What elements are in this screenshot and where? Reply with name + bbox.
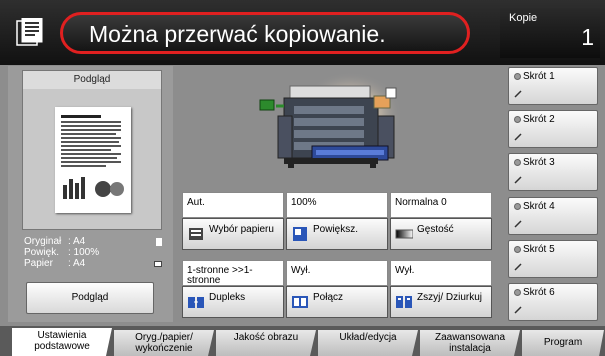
paper-selection-label: Wybór papieru <box>209 224 274 235</box>
preview-panel: Podgląd Oryginał: A4 Powięk.: 100% Pap… <box>8 66 173 322</box>
tab-bar: Ustawienia podstawowe Oryg./papier/ wyko… <box>0 326 605 356</box>
info-row-paper: Papier : A4 <box>24 258 162 269</box>
preview-page-thumbnail <box>55 107 131 213</box>
preview-button[interactable]: Podgląd <box>26 282 154 314</box>
tab-image-quality[interactable]: Jakość obrazu <box>216 330 316 356</box>
combine-label: Połącz <box>313 292 344 303</box>
preview-title: Podgląd <box>23 71 161 89</box>
copy-app-icon <box>16 18 43 46</box>
shortcut-pen-icon <box>514 220 522 228</box>
density-button[interactable]: Gęstość <box>390 218 492 250</box>
copy-screen: Można przerwać kopiowanie. 1 Kopie Podgl… <box>0 0 605 356</box>
shortcut-pen-icon <box>514 306 522 314</box>
shortcut-dot-icon <box>514 73 521 80</box>
info-row-original: Oryginał : A4 <box>24 236 162 247</box>
staple-punch-setting: Wył. Zszyj/ Dziurkuj <box>390 260 492 320</box>
shortcut-1-button[interactable]: Skrót 1 <box>508 67 598 105</box>
shortcut-3-button[interactable]: Skrót 3 <box>508 153 598 191</box>
paper-tray-small-icon <box>154 261 162 267</box>
duplex-icon <box>188 297 204 308</box>
paper-selection-button[interactable]: Wybór papieru <box>182 218 284 250</box>
zoom-setting: 100% Powiększ. <box>286 192 388 252</box>
shortcut-dot-icon <box>514 116 521 123</box>
density-value: Normalna 0 <box>390 192 492 218</box>
duplex-label: Dupleks <box>209 292 246 303</box>
duplex-button[interactable]: Dupleks <box>182 286 284 318</box>
density-setting: Normalna 0 Gęstość <box>390 192 492 252</box>
density-label: Gęstość <box>417 224 454 235</box>
duplex-value: 1-stronne >>1-stronne <box>182 260 284 286</box>
staple-icon <box>396 296 412 308</box>
shortcut-dot-icon <box>514 159 521 166</box>
paper-selection-setting: Aut. Wybór papieru <box>182 192 284 252</box>
shortcut-6-button[interactable]: Skrót 6 <box>508 283 598 321</box>
paper-selection-value: Aut. <box>182 192 284 218</box>
shortcut-pen-icon <box>514 133 522 141</box>
combine-setting: Wył. Połącz <box>286 260 388 320</box>
status-message-box: Można przerwać kopiowanie. <box>60 12 470 54</box>
copies-label: Kopie <box>509 12 538 24</box>
duplex-setting: 1-stronne >>1-stronne Dupleks <box>182 260 284 320</box>
header-bar: Można przerwać kopiowanie. 1 Kopie <box>0 0 605 65</box>
tab-advanced-setup[interactable]: Zaawansowana instalacja <box>420 330 520 356</box>
output-paper-icon <box>259 99 284 111</box>
combine-icon <box>292 296 308 308</box>
zoom-button[interactable]: Powiększ. <box>286 218 388 250</box>
copies-count: 1 <box>581 24 594 50</box>
zoom-label: Powiększ. <box>313 224 359 235</box>
shortcut-dot-icon <box>514 203 521 210</box>
shortcut-dot-icon <box>514 289 521 296</box>
machine-illustration <box>180 66 498 188</box>
combine-value: Wył. <box>286 260 388 286</box>
tab-layout-edit[interactable]: Układ/edycja <box>318 330 418 356</box>
staple-punch-button[interactable]: Zszyj/ Dziurkuj <box>390 286 492 318</box>
shortcut-dot-icon <box>514 246 521 253</box>
zoom-icon <box>293 227 307 241</box>
shortcut-5-button[interactable]: Skrót 5 <box>508 240 598 278</box>
tab-basic-settings[interactable]: Ustawienia podstawowe <box>12 328 112 356</box>
preview-box: Podgląd <box>22 70 162 230</box>
staple-punch-label: Zszyj/ Dziurkuj <box>417 292 483 303</box>
shortcut-pen-icon <box>514 90 522 98</box>
staple-punch-value: Wył. <box>390 260 492 286</box>
density-icon <box>395 229 413 239</box>
shortcut-pen-icon <box>514 176 522 184</box>
zoom-value: 100% <box>286 192 388 218</box>
paper-tray-icon <box>189 228 203 240</box>
tab-original-paper-finishing[interactable]: Oryg./papier/ wykończenie <box>114 330 214 356</box>
status-message: Można przerwać kopiowanie. <box>89 21 386 47</box>
page-orientation-icon <box>156 238 162 246</box>
combine-button[interactable]: Połącz <box>286 286 388 318</box>
shortcut-4-button[interactable]: Skrót 4 <box>508 197 598 235</box>
shortcut-pen-icon <box>514 263 522 271</box>
original-info: Oryginał : A4 Powięk. : 100% Papier : A4 <box>24 236 162 269</box>
tab-program[interactable]: Program <box>522 330 604 356</box>
info-row-zoom: Powięk. : 100% <box>24 247 100 258</box>
shortcut-2-button[interactable]: Skrót 2 <box>508 110 598 148</box>
